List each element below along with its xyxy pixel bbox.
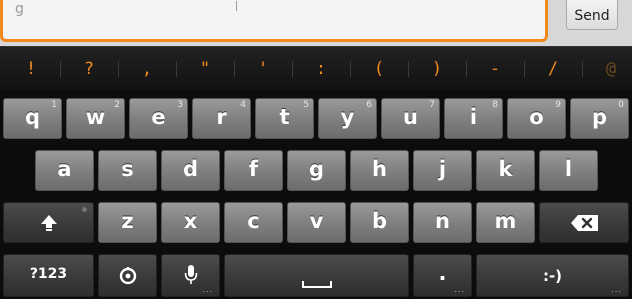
microphone-icon	[184, 265, 198, 284]
key-label: a	[57, 157, 72, 181]
key-label: f	[248, 157, 259, 181]
key-s[interactable]: s	[98, 150, 157, 191]
symbol-key[interactable]: ,	[118, 47, 176, 91]
period-key[interactable]: . ...	[413, 254, 472, 297]
key-label: v	[309, 209, 324, 233]
symbol-key[interactable]: (	[350, 47, 408, 91]
key-z[interactable]: z	[98, 202, 157, 243]
key-l[interactable]: l	[539, 150, 598, 191]
symbol-key[interactable]: /	[524, 47, 582, 91]
keyboard: 1q 2w 3e 4r 5t 6y 7u 8i 9o 0p a s d f g …	[0, 90, 632, 299]
key-n[interactable]: n	[413, 202, 472, 243]
symbol-key[interactable]: ?	[60, 47, 118, 91]
spacebar-icon	[302, 281, 332, 288]
key-label: z	[121, 209, 134, 233]
key-label: t	[279, 105, 290, 129]
key-label: p	[591, 105, 608, 129]
symbol-key[interactable]: )	[408, 47, 466, 91]
key-label: y	[340, 105, 355, 129]
settings-key[interactable]	[98, 254, 157, 297]
key-label: o	[529, 105, 544, 129]
more-options-dots: ...	[454, 285, 465, 294]
key-p[interactable]: 0p	[570, 98, 629, 139]
key-label: g	[308, 157, 325, 181]
shift-key[interactable]	[3, 202, 94, 243]
key-label: l	[564, 157, 573, 181]
symbol-key[interactable]: :	[292, 47, 350, 91]
key-d[interactable]: d	[161, 150, 220, 191]
send-button[interactable]: Send	[566, 0, 618, 30]
backspace-key[interactable]	[539, 202, 629, 243]
key-c[interactable]: c	[224, 202, 283, 243]
key-j[interactable]: j	[413, 150, 472, 191]
key-label: w	[85, 105, 106, 129]
key-y[interactable]: 6y	[318, 98, 377, 139]
text-cursor	[236, 1, 237, 11]
compose-area: g Send	[0, 0, 632, 46]
key-m[interactable]: m	[476, 202, 535, 243]
key-label: :-)	[542, 267, 563, 285]
key-label: .	[438, 261, 447, 285]
voice-input-key[interactable]: ...	[161, 254, 220, 297]
key-k[interactable]: k	[476, 150, 535, 191]
key-label: m	[494, 209, 517, 233]
key-label: k	[498, 157, 513, 181]
key-t[interactable]: 5t	[255, 98, 314, 139]
key-label: q	[24, 105, 41, 129]
key-label: h	[372, 157, 387, 181]
key-f[interactable]: f	[224, 150, 283, 191]
key-label: c	[247, 209, 260, 233]
symbol-key[interactable]: @	[582, 47, 632, 91]
key-label: u	[403, 105, 418, 129]
symbol-suggestion-strip: ! ? , " ' : ( ) - / @	[0, 46, 632, 92]
more-options-dots: ...	[611, 285, 622, 294]
symbol-key[interactable]: "	[176, 47, 234, 91]
key-v[interactable]: v	[287, 202, 346, 243]
key-label: b	[371, 209, 388, 233]
key-label: r	[216, 105, 227, 129]
message-text: g	[15, 1, 24, 17]
key-label: ?123	[29, 266, 68, 282]
key-label: x	[183, 209, 198, 233]
shift-arrow-icon	[41, 215, 57, 231]
space-key[interactable]	[224, 254, 409, 297]
key-r[interactable]: 4r	[192, 98, 251, 139]
key-i[interactable]: 8i	[444, 98, 503, 139]
symbol-key[interactable]: -	[466, 47, 524, 91]
caps-lock-indicator	[82, 207, 87, 212]
key-e[interactable]: 3e	[129, 98, 188, 139]
key-label: j	[438, 157, 447, 181]
symbol-key[interactable]: '	[234, 47, 292, 91]
key-label: e	[151, 105, 166, 129]
symbol-key[interactable]: !	[2, 47, 60, 91]
key-h[interactable]: h	[350, 150, 409, 191]
key-label: d	[182, 157, 199, 181]
settings-gear-icon	[119, 267, 137, 285]
key-o[interactable]: 9o	[507, 98, 566, 139]
key-label: s	[121, 157, 134, 181]
numbers-mode-key[interactable]: ?123	[3, 254, 94, 297]
key-label: i	[469, 105, 478, 129]
key-q[interactable]: 1q	[3, 98, 62, 139]
backspace-icon	[571, 215, 598, 231]
more-options-dots: ...	[202, 285, 213, 294]
key-u[interactable]: 7u	[381, 98, 440, 139]
key-a[interactable]: a	[35, 150, 94, 191]
key-b[interactable]: b	[350, 202, 409, 243]
message-input[interactable]: g	[0, 0, 548, 42]
key-label: n	[435, 209, 450, 233]
key-x[interactable]: x	[161, 202, 220, 243]
key-w[interactable]: 2w	[66, 98, 125, 139]
smiley-key[interactable]: :-) ...	[476, 254, 629, 297]
key-g[interactable]: g	[287, 150, 346, 191]
